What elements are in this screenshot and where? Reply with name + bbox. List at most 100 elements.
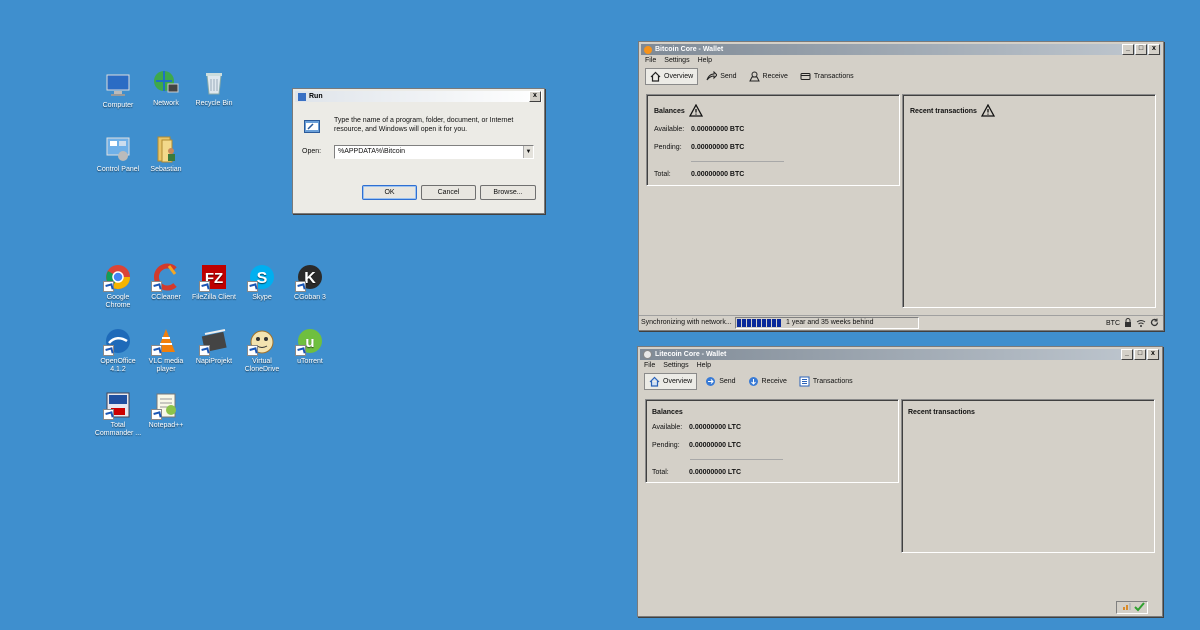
close-button[interactable]: x [1148,44,1160,55]
run-dialog-title: Run [309,93,323,100]
balance-divider [691,161,784,162]
run-open-combobox[interactable]: %APPDATA%\Bitcoin ▼ [334,145,534,159]
tab-receive[interactable]: Receive [744,374,791,389]
tab-transactions[interactable]: Transactions [795,374,857,389]
browse-button[interactable]: Browse... [480,185,536,200]
bitcoin-menubar: File Settings Help [639,55,1163,66]
signal-bars-icon [1123,602,1133,612]
bitcoin-recent-panel: Recent transactions [902,94,1156,308]
menu-settings[interactable]: Settings [664,57,689,64]
pending-value: 0.00000000 LTC [689,442,742,449]
sync-progress-fill [737,319,781,327]
home-icon [649,376,660,387]
tab-send[interactable]: Send [702,69,740,84]
balances-title: Balances [654,108,685,115]
desktop-icon-recycle-bin[interactable]: Recycle Bin [190,68,238,108]
sync-progress-segment [772,319,776,327]
network-icon [151,68,181,98]
desktop-icon-cgoban[interactable]: K CGoban 3 [286,262,334,302]
menu-help[interactable]: Help [697,362,711,369]
desktop-icon-network[interactable]: Network [142,68,190,108]
skype-icon: S [247,262,277,292]
sync-progress-segment [747,319,751,327]
cgoban-icon: K [295,262,325,292]
run-close-button[interactable]: x [529,91,541,102]
send-arrow-icon [705,376,716,387]
available-label: Available: [654,126,685,133]
litecoin-recent-panel: Recent transactions [901,399,1155,553]
desktop-icon-napiprojekt[interactable]: NapiProjekt [190,326,238,366]
run-open-input[interactable]: %APPDATA%\Bitcoin [338,147,405,157]
network-activity-icon [1136,319,1146,329]
tab-receive[interactable]: Receive [745,69,792,84]
vlc-icon [151,326,181,356]
desktop-icon-computer[interactable]: Computer [94,70,142,110]
sync-progress-segment [742,319,746,327]
bitcoin-title: Bitcoin Core - Wallet [655,46,724,53]
synced-check-icon [1134,602,1145,614]
run-description: Type the name of a program, folder, docu… [334,117,514,133]
desktop-icon-openoffice[interactable]: OpenOffice 4.1.2 [94,326,142,374]
desktop-icon-notepadpp[interactable]: Notepad++ [142,390,190,430]
menu-help[interactable]: Help [698,57,712,64]
tab-send[interactable]: Send [701,374,739,389]
desktop-icon-filezilla[interactable]: FZ FileZilla Client [190,262,238,302]
ok-button[interactable]: OK [362,185,417,200]
minimize-button[interactable]: _ [1121,349,1133,360]
desktop-icon-sebastian[interactable]: Sebastian [142,134,190,174]
total-row: Total: 0.00000000 LTC [652,469,741,476]
desktop-icon-chrome[interactable]: Google Chrome [94,262,142,310]
svg-text:K: K [304,270,316,287]
send-arrow-icon [706,70,718,82]
sync-progress-bar: 1 year and 35 weeks behind [735,317,919,329]
menu-file[interactable]: File [645,57,656,64]
desktop-icon-vlc[interactable]: VLC media player [142,326,190,374]
litecoin-titlebar[interactable]: Litecoin Core - Wallet _ □ x [640,349,1160,360]
menu-settings[interactable]: Settings [663,362,688,369]
sync-progress-segment [752,319,756,327]
minimize-button[interactable]: _ [1122,44,1134,55]
cancel-button[interactable]: Cancel [421,185,476,200]
control-panel-icon [103,134,133,164]
close-button[interactable]: x [1147,349,1159,360]
desktop-icon-control-panel[interactable]: Control Panel [94,134,142,174]
sync-behind-text: 1 year and 35 weeks behind [786,319,874,326]
napiprojekt-icon [199,326,229,356]
litecoin-toolbar: Overview Send Receive Transactions [638,371,1162,391]
sync-spinner-icon [1150,318,1159,329]
run-dialog-titlebar[interactable]: Run x [295,91,542,102]
menu-file[interactable]: File [644,362,655,369]
user-folder-icon [151,134,181,164]
balance-divider [690,459,783,460]
desktop-icon-utorrent[interactable]: u uTorrent [286,326,334,366]
tab-overview[interactable]: Overview [644,372,698,390]
warning-icon[interactable] [980,103,996,119]
desktop-icon-total-commander[interactable]: Total Commander ... [94,390,142,438]
total-label: Total: [654,171,671,178]
unit-label[interactable]: BTC [1106,320,1120,327]
litecoin-status-indicator [1116,601,1148,614]
desktop-icon-clonedrive[interactable]: Virtual CloneDrive [238,326,286,374]
pending-label: Pending: [654,144,682,151]
pending-row: Pending: 0.00000000 LTC [652,442,741,449]
recycle-bin-icon [199,68,229,98]
bitcoin-titlebar[interactable]: Bitcoin Core - Wallet _ □ x [641,44,1161,55]
transactions-icon [799,376,810,387]
svg-text:S: S [257,270,268,287]
maximize-button[interactable]: □ [1135,44,1147,55]
desktop-icon-ccleaner[interactable]: CCleaner [142,262,190,302]
litecoin-logo-icon [643,350,652,359]
warning-icon[interactable] [688,103,703,119]
chevron-down-icon[interactable]: ▼ [523,146,533,158]
tab-overview[interactable]: Overview [645,67,699,85]
tab-transactions[interactable]: Transactions [796,69,858,84]
notepadpp-icon [151,390,181,420]
available-value: 0.00000000 BTC [691,126,745,133]
desktop-icon-skype[interactable]: S Skype [238,262,286,302]
maximize-button[interactable]: □ [1134,349,1146,360]
bitcoin-balances-panel: Balances Available: 0.00000000 BTC Pendi… [646,94,900,186]
receive-icon [748,71,760,82]
litecoin-title: Litecoin Core - Wallet [655,351,727,358]
sync-progress-segment [777,319,781,327]
lock-icon [1124,318,1132,329]
